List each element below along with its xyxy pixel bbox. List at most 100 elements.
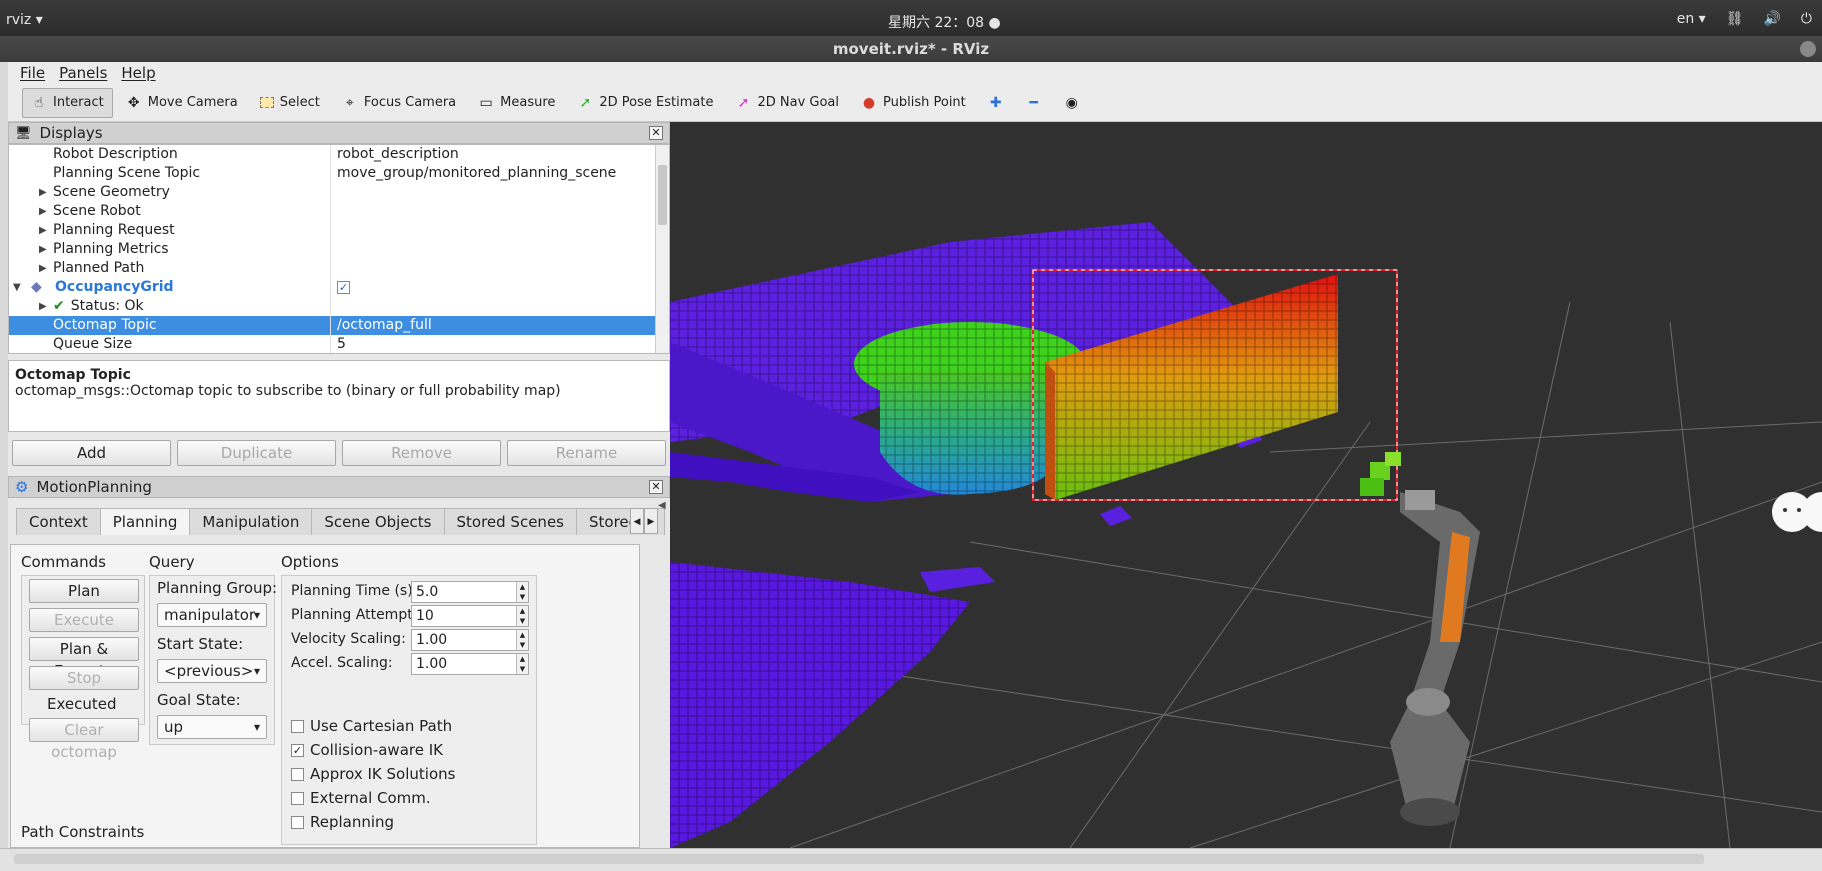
spin-arrows-icon[interactable]: ▲ ▼ — [516, 606, 528, 626]
displays-panel-header: 🖥 Displays ✕ — [8, 122, 670, 144]
check-icon: ✔ — [53, 298, 65, 314]
tree-row[interactable]: Planning Scene Topic move_group/monitored… — [9, 164, 669, 183]
menu-panels[interactable]: Panels — [59, 62, 107, 84]
close-icon[interactable]: ✕ — [649, 480, 663, 494]
velocity-scaling-label: Velocity Scaling: — [291, 631, 406, 647]
cartesian-path-checkbox[interactable]: Use Cartesian Path — [291, 717, 452, 735]
menu-file[interactable]: File — [20, 62, 45, 84]
menu-help[interactable]: Help — [121, 62, 155, 84]
query-heading: Query — [149, 553, 195, 571]
network-icon[interactable]: ⛓ — [1726, 11, 1744, 27]
tab-scroll: ◀ ▶ — [630, 508, 658, 534]
tab-context[interactable]: Context — [16, 508, 101, 535]
spin-arrows-icon[interactable]: ▲ ▼ — [516, 582, 528, 602]
tree-row[interactable]: ▶ Planning Request — [9, 221, 669, 240]
displays-title: Displays — [39, 124, 103, 142]
goal-state-select[interactable]: up — [157, 715, 267, 739]
menu-bar: File Panels Help — [8, 62, 1822, 84]
robot-arm — [1390, 490, 1480, 826]
expand-arrow-icon[interactable]: ▶ — [39, 202, 47, 221]
clock[interactable]: 星期六 22：08 ● — [888, 12, 1001, 32]
approx-ik-checkbox[interactable]: Approx IK Solutions — [291, 765, 455, 783]
language-indicator[interactable]: en ▾ — [1677, 11, 1706, 27]
power-icon[interactable]: ⏻ — [1801, 11, 1812, 27]
window-title-bar: moveit.rviz* - RViz — [0, 36, 1822, 62]
tool-select[interactable]: Select — [251, 88, 329, 118]
tool-interact[interactable]: ☝ Interact — [22, 87, 113, 118]
view-tool-button[interactable]: ◉ — [1055, 88, 1089, 118]
tree-row-selected[interactable]: Octomap Topic/octomap_full — [9, 316, 669, 335]
clear-octomap-button[interactable]: Clear octomap — [29, 718, 139, 761]
scroll-track[interactable] — [14, 854, 1704, 864]
sticker-image — [1772, 492, 1822, 532]
scroll-thumb[interactable] — [658, 165, 667, 225]
diamond-icon: ◆ — [31, 279, 42, 295]
map-pin-icon: ● — [862, 94, 876, 111]
spin-arrows-icon[interactable]: ▲ ▼ — [516, 630, 528, 650]
tool-publish-point[interactable]: ● Publish Point — [852, 88, 975, 118]
planning-group-select[interactable]: manipulator — [157, 603, 267, 627]
close-icon[interactable]: ✕ — [649, 126, 663, 140]
start-state-select[interactable]: <previous> — [157, 659, 267, 683]
expand-arrow-icon[interactable]: ▶ — [39, 297, 47, 316]
tree-row-occupancy-grid[interactable]: ▼ ◆ OccupancyGrid ✓ — [9, 278, 669, 297]
bottom-scroll-bar[interactable] — [0, 848, 1822, 871]
tree-row[interactable]: ▶ Planning Metrics — [9, 240, 669, 259]
window-control-icon[interactable] — [1800, 41, 1816, 57]
tool-measure[interactable]: ▭ Measure — [469, 88, 564, 118]
app-menu[interactable]: rviz ▾ — [6, 12, 43, 28]
rename-button[interactable]: Rename — [507, 440, 666, 466]
expand-arrow-icon[interactable]: ▶ — [39, 183, 47, 202]
tool-move-camera[interactable]: ✥ Move Camera — [117, 88, 247, 118]
monitor-icon: 🖥 — [15, 125, 32, 141]
execute-button[interactable]: Execute — [29, 608, 139, 632]
planning-attempts-spinbox[interactable]: 10 ▲ ▼ — [411, 605, 529, 627]
description-title: Octomap Topic — [15, 367, 131, 383]
spin-arrows-icon[interactable]: ▲ ▼ — [516, 654, 528, 674]
remove-button[interactable]: Remove — [342, 440, 501, 466]
tree-row[interactable]: Robot Description robot_description — [9, 145, 669, 164]
velocity-scaling-spinbox[interactable]: 1.00 ▲ ▼ — [411, 629, 529, 651]
property-description: Octomap Topic octomap_msgs::Octomap topi… — [8, 360, 670, 432]
planning-time-spinbox[interactable]: 5.0 ▲ ▼ — [411, 581, 529, 603]
add-tool-button[interactable]: ✚ — [979, 88, 1013, 118]
tool-focus-camera[interactable]: ⌖ Focus Camera — [333, 88, 465, 118]
tab-scroll-left-icon[interactable]: ◀ — [630, 508, 644, 534]
duplicate-button[interactable]: Duplicate — [177, 440, 336, 466]
remove-tool-button[interactable]: ━ — [1017, 88, 1051, 118]
motion-planning-header: ⚙ MotionPlanning ✕ — [8, 476, 670, 498]
expand-arrow-icon[interactable]: ▶ — [39, 240, 47, 259]
collision-aware-ik-checkbox[interactable]: ✓ Collision-aware IK — [291, 741, 443, 759]
tab-manipulation[interactable]: Manipulation — [189, 508, 313, 535]
system-tray: en ▾ ⛓ 🔊 ⏻ — [1677, 11, 1812, 27]
expand-arrow-icon[interactable]: ▶ — [39, 259, 47, 278]
execution-status: Executed — [47, 695, 117, 713]
green-arrow-icon: ➚ — [579, 94, 592, 111]
tab-scene-objects[interactable]: Scene Objects — [311, 508, 445, 535]
tree-row[interactable]: Queue Size 5 — [9, 335, 669, 353]
replanning-checkbox[interactable]: Replanning — [291, 813, 394, 831]
tree-row[interactable]: ▶ Scene Robot — [9, 202, 669, 221]
tab-planning[interactable]: Planning — [99, 508, 191, 535]
plan-button[interactable]: Plan — [29, 579, 139, 603]
plan-execute-button[interactable]: Plan & Execute — [29, 637, 139, 680]
tool-2d-pose-estimate[interactable]: ➚ 2D Pose Estimate — [568, 88, 722, 118]
tab-scroll-right-icon[interactable]: ▶ — [644, 508, 658, 534]
collapse-arrow-icon[interactable]: ▼ — [13, 278, 21, 297]
external-comm-checkbox[interactable]: External Comm. — [291, 789, 431, 807]
tool-2d-nav-goal[interactable]: ➚ 2D Nav Goal — [726, 88, 848, 118]
motion-tabs: Context Planning Manipulation Scene Obje… — [8, 508, 670, 535]
displays-scrollbar[interactable] — [655, 145, 669, 353]
add-button[interactable]: Add — [12, 440, 171, 466]
enabled-checkbox[interactable]: ✓ — [337, 281, 350, 294]
tree-row[interactable]: ▶ Scene Geometry — [9, 183, 669, 202]
tree-row[interactable]: ▶ Planned Path — [9, 259, 669, 278]
accel-scaling-spinbox[interactable]: 1.00 ▲ ▼ — [411, 653, 529, 675]
volume-icon[interactable]: 🔊 — [1763, 11, 1780, 27]
tab-stored-scenes[interactable]: Stored Scenes — [443, 508, 577, 535]
collapse-panel-icon[interactable]: ◀ — [658, 500, 666, 511]
stop-button[interactable]: Stop — [29, 666, 139, 690]
tree-row[interactable]: ▶ ✔ Status: Ok — [9, 297, 669, 316]
expand-arrow-icon[interactable]: ▶ — [39, 221, 47, 240]
3d-viewport[interactable] — [670, 122, 1822, 848]
